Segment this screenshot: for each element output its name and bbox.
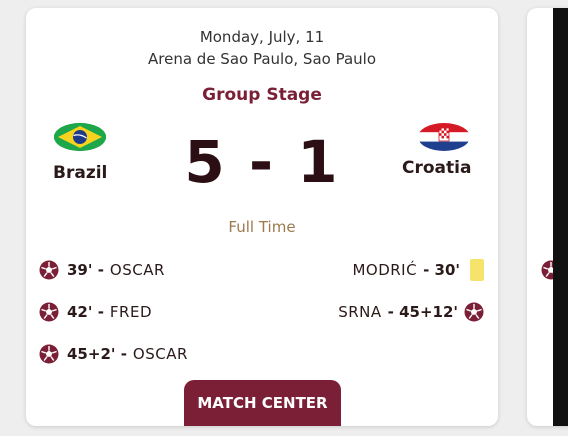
- match-venue: Arena de Sao Paulo, Sao Paulo: [148, 50, 376, 68]
- soccer-ball-icon: [464, 302, 484, 322]
- croatia-flag-icon: [418, 123, 470, 151]
- match-center-button[interactable]: MATCH CENTER: [184, 380, 341, 426]
- match-status: Full Time: [228, 218, 296, 236]
- event-player: OSCAR: [109, 261, 165, 279]
- yellow-card-icon: [470, 259, 484, 281]
- event-player: MODRIĆ: [352, 261, 418, 279]
- event-minute: 42' -: [67, 303, 104, 321]
- event-player: FRED: [109, 303, 152, 321]
- event-minute: 45+2' -: [67, 345, 127, 363]
- away-event-yellow-card: MODRIĆ - 30': [352, 258, 484, 282]
- away-event-goal: SRNA - 45+12': [338, 300, 484, 324]
- soccer-ball-icon: [39, 344, 59, 364]
- match-stage: Group Stage: [202, 85, 322, 105]
- match-card: Monday, July, 11 Arena de Sao Paulo, Sao…: [26, 8, 498, 426]
- home-event-goal: 45+2' - OSCAR: [39, 342, 188, 366]
- event-minute: 39' -: [67, 261, 104, 279]
- event-minute: - 30': [423, 261, 460, 279]
- match-date: Monday, July, 11: [199, 28, 325, 46]
- home-event-goal: 42' - FRED: [39, 300, 152, 324]
- event-player: OSCAR: [132, 345, 188, 363]
- away-team-name: Croatia: [402, 158, 472, 178]
- event-player: SRNA: [338, 303, 382, 321]
- soccer-ball-icon: [39, 302, 59, 322]
- soccer-ball-icon: [39, 260, 59, 280]
- home-event-goal: 39' - OSCAR: [39, 258, 165, 282]
- scrollbar[interactable]: [553, 8, 568, 426]
- event-minute: - 45+12': [387, 303, 458, 321]
